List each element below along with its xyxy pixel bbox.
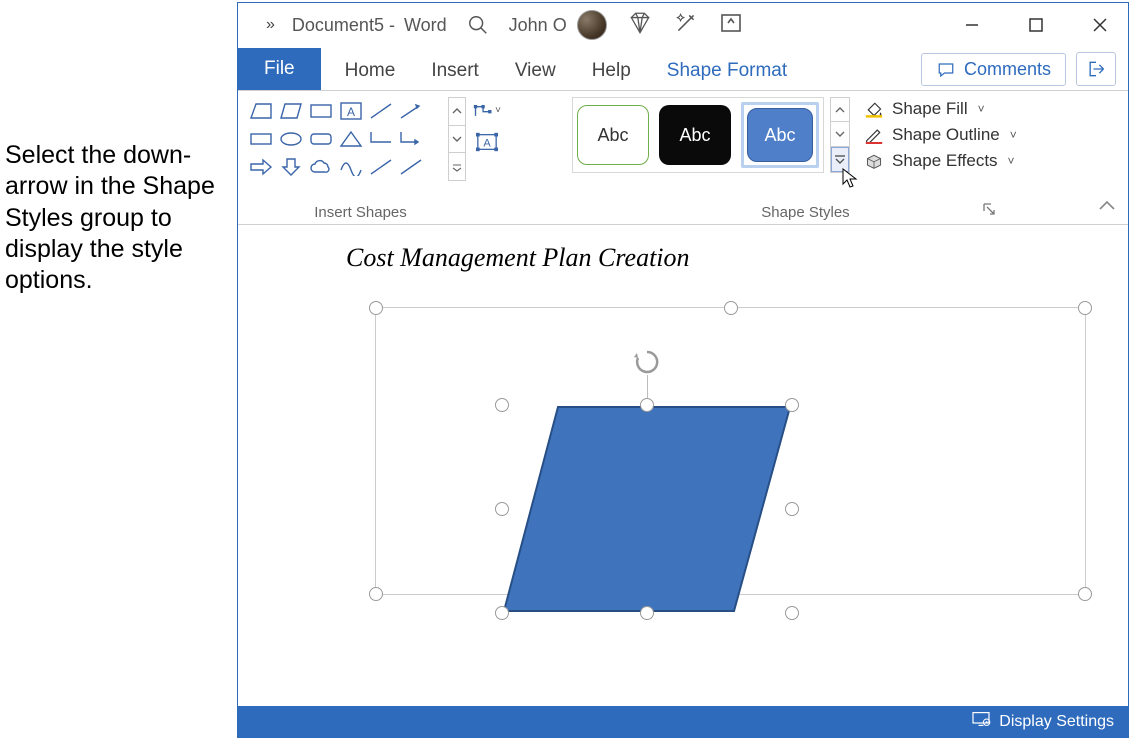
instruction-text: Select the down-arrow in the Shape Style…: [5, 140, 225, 296]
style-preset-2[interactable]: Abc: [659, 105, 731, 165]
ribbon-tabs: File Home Insert View Help Shape Format …: [238, 47, 1128, 90]
draw-textbox-button[interactable]: A: [472, 129, 502, 155]
shape-line3-icon[interactable]: [397, 154, 425, 180]
shape-freeform-icon[interactable]: [337, 154, 365, 180]
titlebar: » Document5 - Word John O: [238, 3, 1128, 47]
shape-styles-spinner[interactable]: [830, 97, 850, 173]
shape-line-icon[interactable]: [367, 98, 395, 124]
shape-parallelogram-icon[interactable]: [277, 98, 305, 124]
document-canvas[interactable]: Cost Management Plan Creation: [238, 225, 1128, 706]
handle-ne[interactable]: [1078, 301, 1092, 315]
present-icon[interactable]: [719, 11, 743, 40]
style-preset-3: Abc: [747, 108, 813, 162]
edit-shape-button[interactable]: ˅: [472, 97, 502, 123]
search-icon[interactable]: [467, 14, 489, 36]
chevron-up-icon[interactable]: [449, 98, 465, 126]
shape-handle-sw[interactable]: [495, 606, 509, 620]
comments-label: Comments: [964, 59, 1051, 80]
shape-handle-n[interactable]: [640, 398, 654, 412]
shape-handle-nw[interactable]: [495, 398, 509, 412]
shape-rectangle-icon[interactable]: [307, 98, 335, 124]
handle-n[interactable]: [724, 301, 738, 315]
close-button[interactable]: [1078, 5, 1122, 45]
separator: -: [384, 15, 400, 35]
tab-insert[interactable]: Insert: [413, 50, 497, 90]
shape-handle-s[interactable]: [640, 606, 654, 620]
chevron-down-icon[interactable]: [449, 126, 465, 154]
display-settings-label[interactable]: Display Settings: [999, 713, 1114, 731]
shape-fill-label: Shape Fill: [892, 99, 968, 119]
shape-outline-button[interactable]: Shape Outline˅: [864, 125, 1017, 145]
avatar: [577, 10, 607, 40]
document-heading: Cost Management Plan Creation: [346, 243, 690, 273]
shape-trapezoid-icon[interactable]: [247, 98, 275, 124]
shape-fill-button[interactable]: Shape Fill˅: [864, 99, 1017, 119]
minimize-button[interactable]: [950, 5, 994, 45]
shape-down-arrow-icon[interactable]: [277, 154, 305, 180]
shape-roundrect-icon[interactable]: [307, 126, 335, 152]
shape-elbow-icon[interactable]: [367, 126, 395, 152]
app-name: Word: [404, 15, 447, 35]
shape-textbox-icon[interactable]: A: [337, 98, 365, 124]
rotation-handle-icon[interactable]: [632, 347, 662, 377]
shape-handle-w[interactable]: [495, 502, 509, 516]
maximize-button[interactable]: [1014, 5, 1058, 45]
tab-help[interactable]: Help: [574, 50, 649, 90]
shape-handle-se[interactable]: [785, 606, 799, 620]
selected-shape[interactable]: [502, 405, 792, 613]
insert-shapes-label: Insert Shapes: [238, 204, 483, 221]
shape-handle-ne[interactable]: [785, 398, 799, 412]
comments-button[interactable]: Comments: [921, 53, 1066, 86]
shape-elbow-arrow-icon[interactable]: [397, 126, 425, 152]
group-insert-shapes: A: [246, 97, 502, 220]
shape-styles-gallery[interactable]: Abc Abc Abc: [572, 97, 824, 173]
shape-effects-label: Shape Effects: [892, 151, 998, 171]
shape-cloud-icon[interactable]: [307, 154, 335, 180]
handle-nw[interactable]: [369, 301, 383, 315]
styles-down-icon[interactable]: [831, 122, 849, 146]
shape-effects-button[interactable]: Shape Effects˅: [864, 151, 1017, 171]
magic-wand-icon[interactable]: [673, 10, 699, 41]
shape-line2-icon[interactable]: [367, 154, 395, 180]
shapes-gallery-spinner[interactable]: [448, 97, 466, 181]
user-name: John O: [509, 15, 567, 36]
collapse-ribbon-icon[interactable]: [1098, 198, 1116, 216]
shape-block-arrow-icon[interactable]: [247, 154, 275, 180]
share-button[interactable]: [1076, 52, 1116, 86]
style-preset-1[interactable]: Abc: [577, 105, 649, 165]
mouse-cursor-icon: [842, 168, 860, 190]
shapes-gallery[interactable]: A: [246, 97, 446, 181]
overflow-icon[interactable]: »: [266, 16, 272, 34]
tab-file[interactable]: File: [238, 48, 321, 90]
group-shape-styles: Abc Abc Abc Sh: [572, 97, 1017, 220]
shape-ellipse-icon[interactable]: [277, 126, 305, 152]
user-account[interactable]: John O: [509, 10, 607, 40]
handle-se[interactable]: [1078, 587, 1092, 601]
styles-more-button[interactable]: [831, 147, 849, 172]
shape-outline-label: Shape Outline: [892, 125, 1000, 145]
doc-name: Document5: [292, 15, 384, 35]
tab-shape-format[interactable]: Shape Format: [649, 50, 805, 90]
display-settings-icon[interactable]: [971, 711, 991, 732]
shape-arrow-line-icon[interactable]: [397, 98, 425, 124]
shape-triangle-icon[interactable]: [337, 126, 365, 152]
document-title: Document5 - Word: [292, 15, 447, 36]
style-preset-3-selected[interactable]: Abc: [741, 102, 819, 168]
shape-styles-label: Shape Styles: [483, 204, 1128, 221]
ribbon: A: [238, 90, 1128, 225]
shape-handle-e[interactable]: [785, 502, 799, 516]
more-shapes-icon[interactable]: [449, 153, 465, 180]
diamond-icon[interactable]: [627, 10, 653, 41]
word-window: » Document5 - Word John O: [237, 2, 1129, 738]
dialog-launcher-icon[interactable]: [982, 202, 998, 218]
parallelogram-shape[interactable]: [502, 405, 792, 613]
tab-home[interactable]: Home: [327, 50, 414, 90]
handle-sw[interactable]: [369, 587, 383, 601]
styles-up-icon[interactable]: [831, 98, 849, 122]
statusbar: Display Settings: [238, 706, 1128, 737]
svg-text:A: A: [483, 138, 491, 150]
shape-rect2-icon[interactable]: [247, 126, 275, 152]
tab-view[interactable]: View: [497, 50, 574, 90]
svg-text:A: A: [347, 105, 355, 119]
